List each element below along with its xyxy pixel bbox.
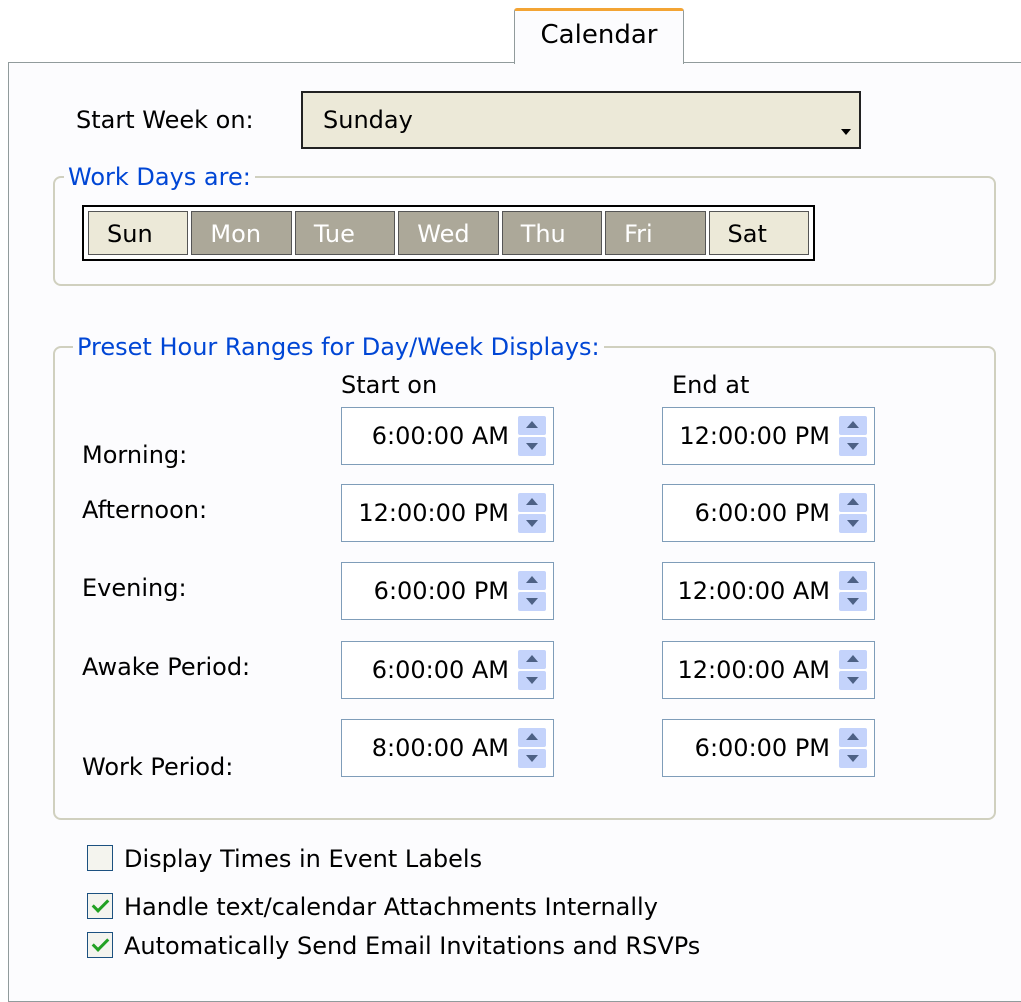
- spin-up-icon[interactable]: [517, 415, 547, 436]
- spin-down-icon[interactable]: [517, 748, 547, 769]
- display-times-checkbox[interactable]: [87, 845, 113, 871]
- time-value: 6:00:00 PM: [694, 734, 830, 762]
- spin-down-icon[interactable]: [838, 513, 868, 534]
- afternoon-end-spinner[interactable]: 6:00:00 PM: [662, 484, 875, 542]
- spin-up-icon[interactable]: [838, 492, 868, 513]
- morning-label: Morning:: [82, 441, 188, 469]
- afternoon-start-spinner[interactable]: 12:00:00 PM: [341, 484, 554, 542]
- day-tue[interactable]: Tue: [294, 211, 396, 255]
- spin-up-icon[interactable]: [517, 570, 547, 591]
- send-invitations-label[interactable]: Automatically Send Email Invitations and…: [124, 932, 700, 960]
- display-times-label[interactable]: Display Times in Event Labels: [124, 845, 482, 873]
- day-wed[interactable]: Wed: [398, 211, 499, 255]
- work-end-spinner[interactable]: 6:00:00 PM: [662, 719, 875, 777]
- day-mon[interactable]: Mon: [191, 211, 292, 255]
- day-sat[interactable]: Sat: [708, 211, 809, 255]
- work-days-legend: Work Days are:: [64, 163, 255, 191]
- send-invitations-checkbox[interactable]: [87, 932, 113, 958]
- time-value: 6:00:00 AM: [371, 656, 509, 684]
- spin-up-icon[interactable]: [838, 727, 868, 748]
- evening-start-spinner[interactable]: 6:00:00 PM: [341, 562, 554, 620]
- awake-period-label: Awake Period:: [82, 653, 251, 681]
- time-value: 6:00:00 AM: [371, 422, 509, 450]
- spin-up-icon[interactable]: [838, 415, 868, 436]
- spin-up-icon[interactable]: [517, 727, 547, 748]
- spin-down-icon[interactable]: [838, 436, 868, 457]
- evening-label: Evening:: [82, 574, 187, 602]
- start-week-label: Start Week on:: [76, 106, 254, 134]
- morning-start-spinner[interactable]: 6:00:00 AM: [341, 407, 554, 465]
- handle-attachments-checkbox[interactable]: [87, 893, 113, 919]
- hour-ranges-legend: Preset Hour Ranges for Day/Week Displays…: [73, 333, 604, 361]
- time-value: 12:00:00 PM: [679, 422, 830, 450]
- spin-down-icon[interactable]: [517, 436, 547, 457]
- work-period-label: Work Period:: [82, 753, 234, 781]
- time-value: 12:00:00 AM: [677, 577, 830, 605]
- start-week-value: Sunday: [323, 106, 413, 134]
- spin-up-icon[interactable]: [838, 570, 868, 591]
- afternoon-label: Afternoon:: [82, 496, 208, 524]
- day-sun[interactable]: Sun: [88, 211, 189, 255]
- time-value: 8:00:00 AM: [371, 734, 509, 762]
- end-at-header: End at: [672, 371, 750, 399]
- evening-end-spinner[interactable]: 12:00:00 AM: [662, 562, 875, 620]
- spin-down-icon[interactable]: [517, 670, 547, 691]
- spin-down-icon[interactable]: [838, 591, 868, 612]
- time-value: 6:00:00 PM: [694, 499, 830, 527]
- spin-up-icon[interactable]: [517, 649, 547, 670]
- spin-down-icon[interactable]: [517, 591, 547, 612]
- spin-down-icon[interactable]: [517, 513, 547, 534]
- tab-calendar[interactable]: Calendar: [514, 8, 684, 64]
- handle-attachments-label[interactable]: Handle text/calendar Attachments Interna…: [124, 893, 658, 921]
- time-value: 6:00:00 PM: [373, 577, 509, 605]
- time-value: 12:00:00 PM: [358, 499, 509, 527]
- spin-up-icon[interactable]: [838, 649, 868, 670]
- day-fri[interactable]: Fri: [605, 211, 706, 255]
- time-value: 12:00:00 AM: [677, 656, 830, 684]
- awake-start-spinner[interactable]: 6:00:00 AM: [341, 641, 554, 699]
- morning-end-spinner[interactable]: 12:00:00 PM: [662, 407, 875, 465]
- spin-down-icon[interactable]: [838, 670, 868, 691]
- day-thu[interactable]: Thu: [501, 211, 603, 255]
- start-week-select[interactable]: Sunday: [301, 91, 861, 149]
- awake-end-spinner[interactable]: 12:00:00 AM: [662, 641, 875, 699]
- spin-up-icon[interactable]: [517, 492, 547, 513]
- work-days-selector: Sun Mon Tue Wed Thu Fri Sat: [82, 205, 815, 261]
- dropdown-arrow-icon[interactable]: [841, 129, 851, 135]
- work-start-spinner[interactable]: 8:00:00 AM: [341, 719, 554, 777]
- spin-down-icon[interactable]: [838, 748, 868, 769]
- start-on-header: Start on: [341, 371, 438, 399]
